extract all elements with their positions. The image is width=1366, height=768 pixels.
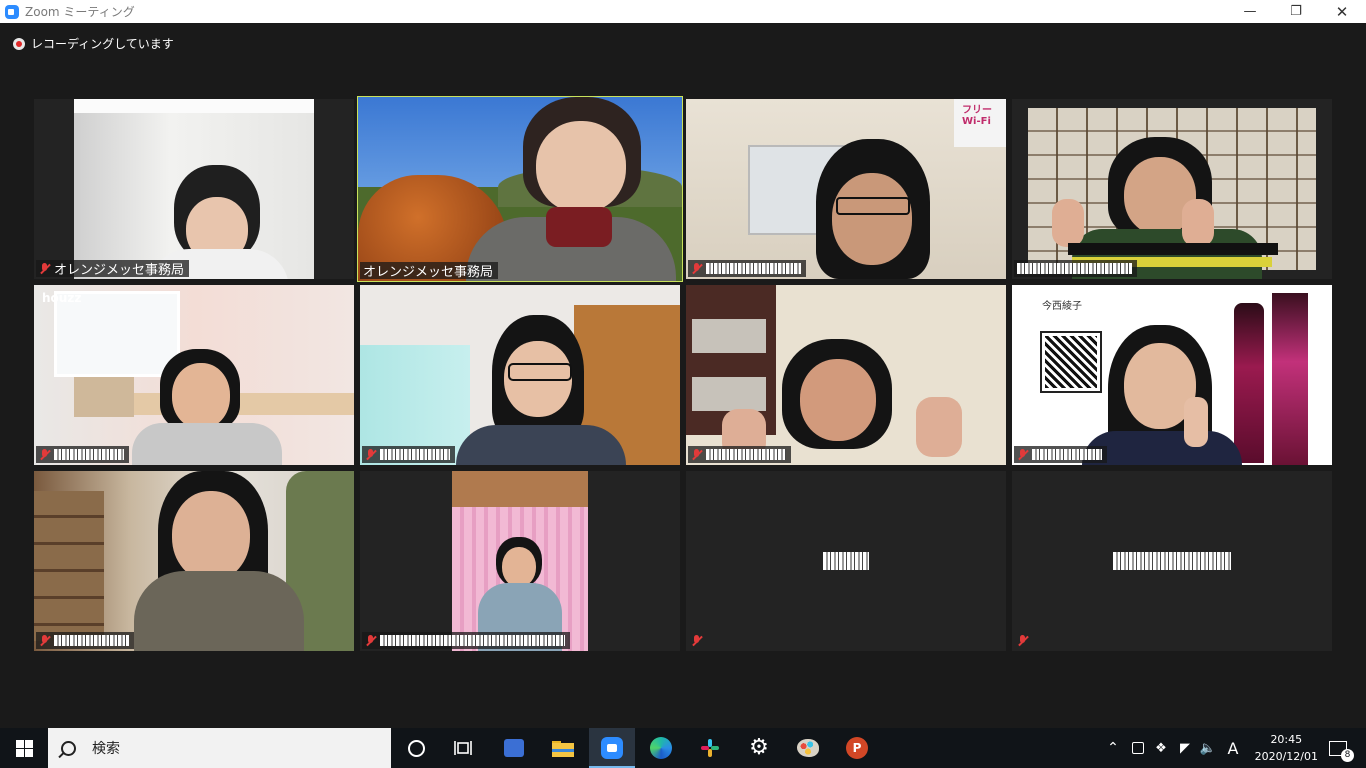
participant-name-tag: オレンジメッセ事務局 xyxy=(36,260,190,278)
action-center-button[interactable]: 8 xyxy=(1320,728,1356,768)
mic-muted-icon xyxy=(39,262,50,275)
title-bar: Zoom ミーティング — ❐ ✕ xyxy=(0,0,1366,23)
tray-overflow-button[interactable]: ⌃ xyxy=(1102,728,1124,768)
participant-name-tag xyxy=(362,446,455,463)
close-button[interactable]: ✕ xyxy=(1319,0,1365,23)
minimize-button[interactable]: — xyxy=(1227,0,1273,23)
camera-icon xyxy=(1132,742,1144,754)
task-view-icon xyxy=(454,741,472,755)
video-tile-active-speaker[interactable]: オレンジメッセ事務局 xyxy=(357,96,683,282)
gear-icon: ⚙ xyxy=(749,735,769,760)
record-icon xyxy=(13,37,25,50)
search-icon xyxy=(61,740,76,756)
recording-label: レコーディングしています xyxy=(31,37,174,51)
taskbar-app-powerpoint[interactable]: P xyxy=(834,728,880,768)
participant-name-tag xyxy=(1014,260,1137,277)
wifi-sign: フリー Wi-Fi xyxy=(962,105,992,127)
tray-ime[interactable]: A xyxy=(1222,728,1244,768)
video-tile[interactable]: 今西綾子 xyxy=(1012,285,1332,465)
tray-network[interactable]: ◤ xyxy=(1174,728,1196,768)
video-tile[interactable]: houzz xyxy=(34,285,354,465)
speaker-icon: 🔈 xyxy=(1199,740,1217,756)
recording-indicator[interactable]: レコーディングしています xyxy=(13,35,174,52)
video-tile[interactable] xyxy=(360,471,680,651)
taskbar-search[interactable]: 検索 xyxy=(48,728,391,768)
virtual-bg-text: 今西綾子 xyxy=(1042,301,1082,312)
start-button[interactable] xyxy=(0,728,48,768)
edge-icon xyxy=(650,737,672,759)
taskbar-app-edge[interactable] xyxy=(638,728,684,768)
taskbar-app-widgets[interactable] xyxy=(491,728,537,768)
palette-icon xyxy=(797,739,819,757)
taskbar-app-zoom[interactable] xyxy=(589,728,635,768)
mic-muted-icon xyxy=(691,448,702,461)
participant-display-name xyxy=(686,551,1006,575)
video-tile[interactable] xyxy=(1012,99,1332,279)
wifi-icon: ◤ xyxy=(1180,740,1190,756)
video-tile[interactable]: オレンジメッセ事務局 xyxy=(34,99,354,279)
video-tile-camera-off[interactable] xyxy=(686,471,1006,651)
mic-muted-icon xyxy=(691,634,702,647)
video-tile[interactable] xyxy=(686,285,1006,465)
participant-name-tag xyxy=(688,446,791,463)
participant-name-tag xyxy=(1014,446,1107,463)
search-placeholder: 検索 xyxy=(92,741,120,757)
powerpoint-icon: P xyxy=(846,737,868,759)
houzz-logo: houzz xyxy=(42,291,82,305)
video-tile[interactable] xyxy=(34,471,354,651)
participant-name-tag xyxy=(362,632,570,649)
cortana-button[interactable] xyxy=(393,728,439,768)
taskbar-app-settings[interactable]: ⚙ xyxy=(736,728,782,768)
mic-muted-icon xyxy=(1017,448,1028,461)
folder-icon xyxy=(552,741,574,757)
zoom-icon xyxy=(5,4,19,19)
dropbox-icon: ❖ xyxy=(1155,740,1167,756)
participant-name-tag: オレンジメッセ事務局 xyxy=(360,262,499,280)
participant-name-tag xyxy=(688,260,806,277)
taskbar: 検索 ⚙ P ⌃ ❖ ◤ 🔈 A 20:45 2020/12/01 8 xyxy=(0,728,1366,768)
mic-muted-icon xyxy=(365,634,376,647)
participant-name-tag xyxy=(1014,632,1037,649)
participant-name-tag xyxy=(36,632,134,649)
widgets-icon xyxy=(504,739,524,757)
taskbar-clock[interactable]: 20:45 2020/12/01 xyxy=(1255,731,1318,765)
video-tile[interactable]: フリー Wi-Fi xyxy=(686,99,1006,279)
participant-display-name xyxy=(1012,551,1332,575)
tray-dropbox[interactable]: ❖ xyxy=(1150,728,1172,768)
participant-name-tag xyxy=(36,446,129,463)
mic-muted-icon xyxy=(1017,634,1028,647)
tray-volume[interactable]: 🔈 xyxy=(1197,728,1219,768)
mic-muted-icon xyxy=(365,448,376,461)
task-view-button[interactable] xyxy=(440,728,486,768)
taskbar-app-paint[interactable] xyxy=(785,728,831,768)
mic-muted-icon xyxy=(691,262,702,275)
maximize-button[interactable]: ❐ xyxy=(1273,0,1319,23)
window-title: Zoom ミーティング xyxy=(25,5,135,19)
slack-icon xyxy=(701,739,719,757)
participant-name-tag xyxy=(688,632,711,649)
mic-muted-icon xyxy=(39,634,50,647)
video-tile-camera-off[interactable] xyxy=(1012,471,1332,651)
cortana-icon xyxy=(407,739,425,757)
mic-muted-icon xyxy=(39,448,50,461)
chevron-up-icon: ⌃ xyxy=(1107,740,1119,756)
zoom-app-icon xyxy=(601,737,623,759)
tray-meet-now[interactable] xyxy=(1127,728,1149,768)
taskbar-app-explorer[interactable] xyxy=(540,728,586,768)
taskbar-app-slack[interactable] xyxy=(687,728,733,768)
video-tile[interactable] xyxy=(360,285,680,465)
notification-badge: 8 xyxy=(1341,749,1354,762)
windows-icon xyxy=(15,739,33,757)
